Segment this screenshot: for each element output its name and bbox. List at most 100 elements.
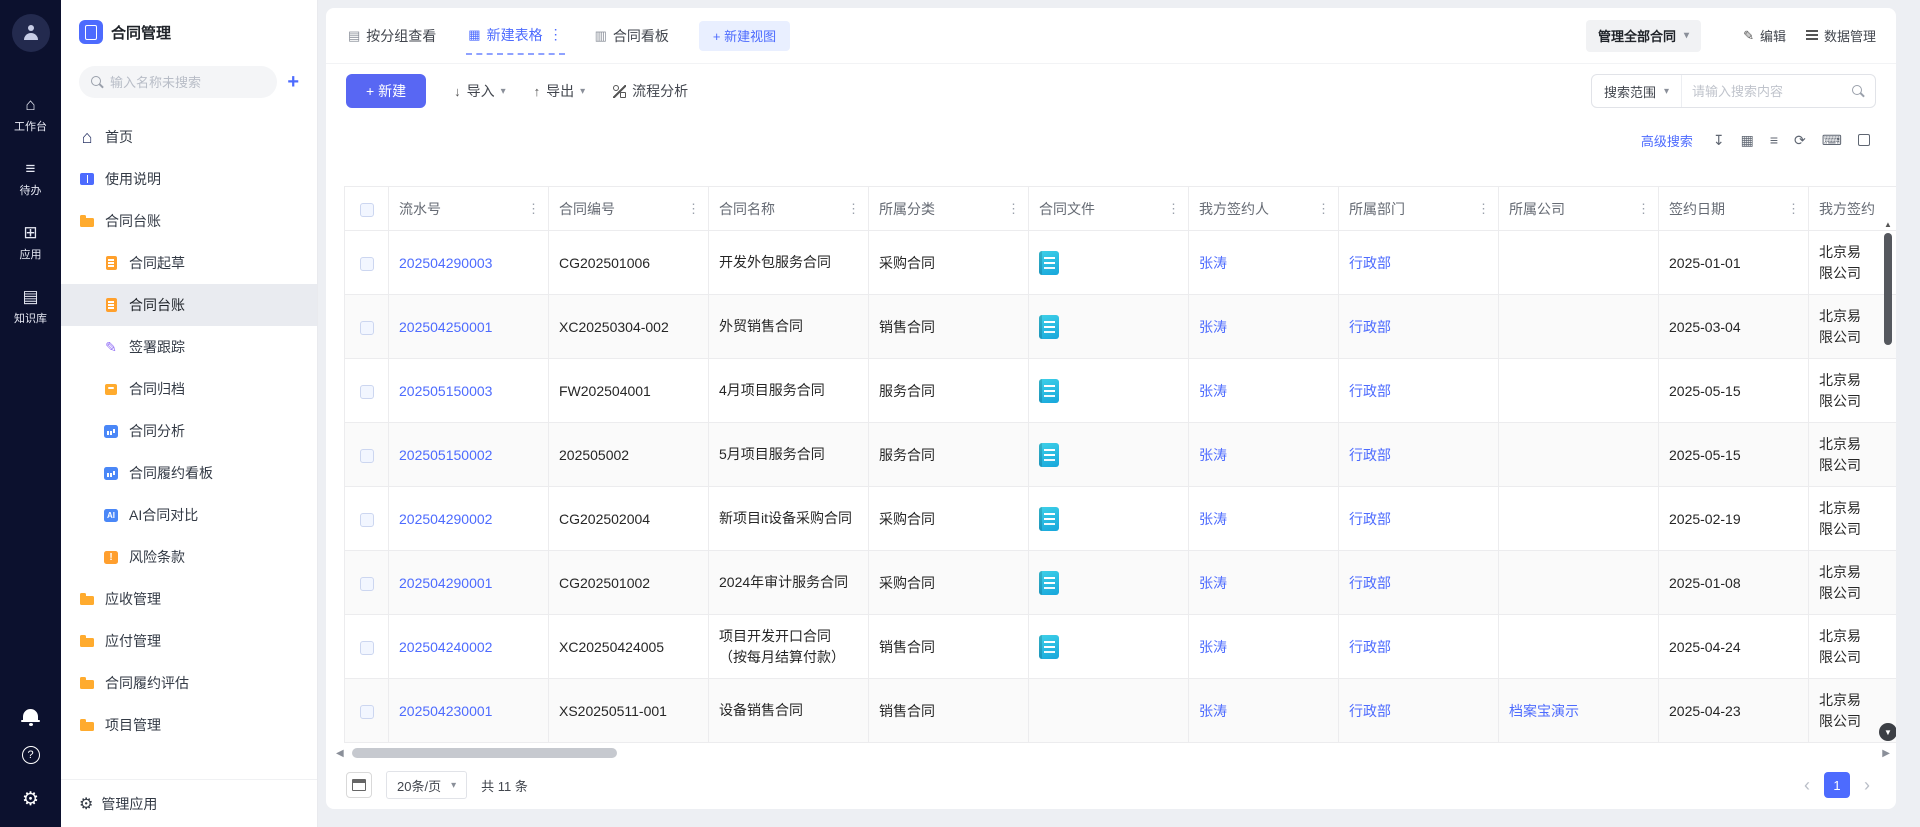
signer-link[interactable]: 张涛	[1199, 319, 1227, 335]
current-page-button[interactable]: 1	[1824, 772, 1850, 798]
serial-link[interactable]: 202504290001	[399, 575, 492, 591]
signer-link[interactable]: 张涛	[1199, 383, 1227, 399]
sidebar-item-首页[interactable]: 首页	[61, 116, 317, 158]
dept-link[interactable]: 行政部	[1349, 255, 1391, 271]
search-scope-select[interactable]: 搜索范围	[1592, 75, 1682, 107]
settings-icon[interactable]	[22, 788, 39, 811]
sidebar-search[interactable]	[79, 66, 277, 98]
sidebar-item-合同分析[interactable]: 合同分析	[61, 410, 317, 452]
export-report-icon[interactable]	[1713, 132, 1725, 148]
contract-file-icon[interactable]	[1039, 635, 1059, 659]
prev-page-button[interactable]: ‹	[1804, 775, 1810, 796]
search-icon[interactable]	[1852, 85, 1865, 98]
row-checkbox[interactable]	[360, 705, 374, 719]
signer-link[interactable]: 张涛	[1199, 447, 1227, 463]
switch-view-icon[interactable]	[1741, 132, 1754, 148]
edit-button[interactable]: 编辑	[1743, 26, 1786, 45]
column-menu-icon[interactable]	[847, 201, 860, 217]
row-checkbox[interactable]	[360, 577, 374, 591]
serial-link[interactable]: 202504230001	[399, 703, 492, 719]
dept-link[interactable]: 行政部	[1349, 639, 1391, 655]
horizontal-scroll-track[interactable]	[350, 747, 1877, 759]
tab-group-view[interactable]: 按分组查看	[346, 18, 438, 54]
sidebar-item-项目管理[interactable]: 项目管理	[61, 704, 317, 746]
column-menu-icon[interactable]	[1477, 201, 1490, 217]
sidebar-item-合同起草[interactable]: 合同起草	[61, 242, 317, 284]
rail-item-工作台[interactable]: 工作台	[14, 96, 47, 134]
company-link[interactable]: 档案宝演示	[1509, 703, 1579, 719]
new-button[interactable]: + 新建	[346, 74, 426, 108]
sidebar-item-应付管理[interactable]: 应付管理	[61, 620, 317, 662]
signer-link[interactable]: 张涛	[1199, 575, 1227, 591]
serial-link[interactable]: 202505150003	[399, 383, 492, 399]
sidebar-search-input[interactable]	[110, 75, 265, 90]
notifications-icon[interactable]	[23, 709, 38, 722]
serial-link[interactable]: 202504290002	[399, 511, 492, 527]
help-icon[interactable]	[22, 746, 40, 764]
sidebar-item-合同履约评估[interactable]: 合同履约评估	[61, 662, 317, 704]
row-checkbox[interactable]	[360, 449, 374, 463]
add-button[interactable]: +	[287, 72, 299, 92]
signer-link[interactable]: 张涛	[1199, 639, 1227, 655]
sidebar-item-manage-apps[interactable]: 管理应用	[61, 779, 317, 827]
tab-contract-board[interactable]: 合同看板	[593, 18, 671, 54]
contract-file-icon[interactable]	[1039, 251, 1059, 275]
dept-link[interactable]: 行政部	[1349, 447, 1391, 463]
column-menu-icon[interactable]	[687, 201, 700, 217]
serial-link[interactable]: 202504250001	[399, 319, 492, 335]
scroll-left-icon[interactable]	[336, 748, 344, 759]
dept-link[interactable]: 行政部	[1349, 575, 1391, 591]
data-manage-button[interactable]: 数据管理	[1806, 26, 1876, 45]
vertical-scrollbar[interactable]	[1880, 220, 1896, 741]
horizontal-scrollbar[interactable]	[326, 745, 1896, 761]
flow-analysis-button[interactable]: 流程分析	[613, 81, 688, 101]
dept-link[interactable]: 行政部	[1349, 511, 1391, 527]
dept-link[interactable]: 行政部	[1349, 319, 1391, 335]
contract-file-icon[interactable]	[1039, 379, 1059, 403]
vertical-scroll-thumb[interactable]	[1884, 233, 1892, 345]
dept-link[interactable]: 行政部	[1349, 383, 1391, 399]
rail-item-待办[interactable]: 待办	[20, 160, 42, 198]
contract-file-icon[interactable]	[1039, 443, 1059, 467]
serial-link[interactable]: 202505150002	[399, 447, 492, 463]
next-page-button[interactable]: ›	[1864, 775, 1870, 796]
signer-link[interactable]: 张涛	[1199, 255, 1227, 271]
row-checkbox[interactable]	[360, 321, 374, 335]
signer-link[interactable]: 张涛	[1199, 703, 1227, 719]
rail-item-应用[interactable]: 应用	[20, 224, 42, 262]
table-config-icon[interactable]	[346, 772, 372, 798]
keyboard-shortcut-icon[interactable]	[1822, 132, 1842, 148]
column-menu-icon[interactable]	[1167, 201, 1180, 217]
contract-file-icon[interactable]	[1039, 315, 1059, 339]
serial-link[interactable]: 202504240002	[399, 639, 492, 655]
signer-link[interactable]: 张涛	[1199, 511, 1227, 527]
column-menu-icon[interactable]	[1637, 201, 1650, 217]
sidebar-item-签署跟踪[interactable]: 签署跟踪	[61, 326, 317, 368]
sidebar-item-风险条款[interactable]: 风险条款	[61, 536, 317, 578]
select-all-checkbox[interactable]	[360, 203, 374, 217]
sidebar-item-合同台账[interactable]: 合同台账	[61, 284, 317, 326]
export-button[interactable]: 导出	[534, 81, 586, 101]
manage-scope-button[interactable]: 管理全部合同	[1586, 20, 1701, 52]
table-search-input[interactable]	[1682, 84, 1852, 99]
sidebar-item-应收管理[interactable]: 应收管理	[61, 578, 317, 620]
scroll-down-icon[interactable]	[1879, 723, 1896, 741]
fullscreen-icon[interactable]	[1858, 134, 1870, 146]
refresh-icon[interactable]	[1794, 132, 1806, 148]
tab-menu-icon[interactable]: ⋮	[549, 26, 563, 43]
row-checkbox[interactable]	[360, 257, 374, 271]
contract-file-icon[interactable]	[1039, 571, 1059, 595]
row-height-icon[interactable]	[1770, 132, 1778, 148]
sidebar-item-合同履约看板[interactable]: 合同履约看板	[61, 452, 317, 494]
advanced-search-link[interactable]: 高级搜索	[1641, 131, 1693, 150]
serial-link[interactable]: 202504290003	[399, 255, 492, 271]
horizontal-scroll-thumb[interactable]	[352, 748, 617, 758]
sidebar-item-合同归档[interactable]: 合同归档	[61, 368, 317, 410]
import-button[interactable]: 导入	[454, 81, 506, 101]
page-size-select[interactable]: 20条/页	[386, 771, 467, 799]
column-menu-icon[interactable]	[527, 201, 540, 217]
row-checkbox[interactable]	[360, 641, 374, 655]
scroll-up-icon[interactable]	[1884, 220, 1892, 229]
column-menu-icon[interactable]	[1317, 201, 1330, 217]
sidebar-item-合同台账[interactable]: 合同台账	[61, 200, 317, 242]
